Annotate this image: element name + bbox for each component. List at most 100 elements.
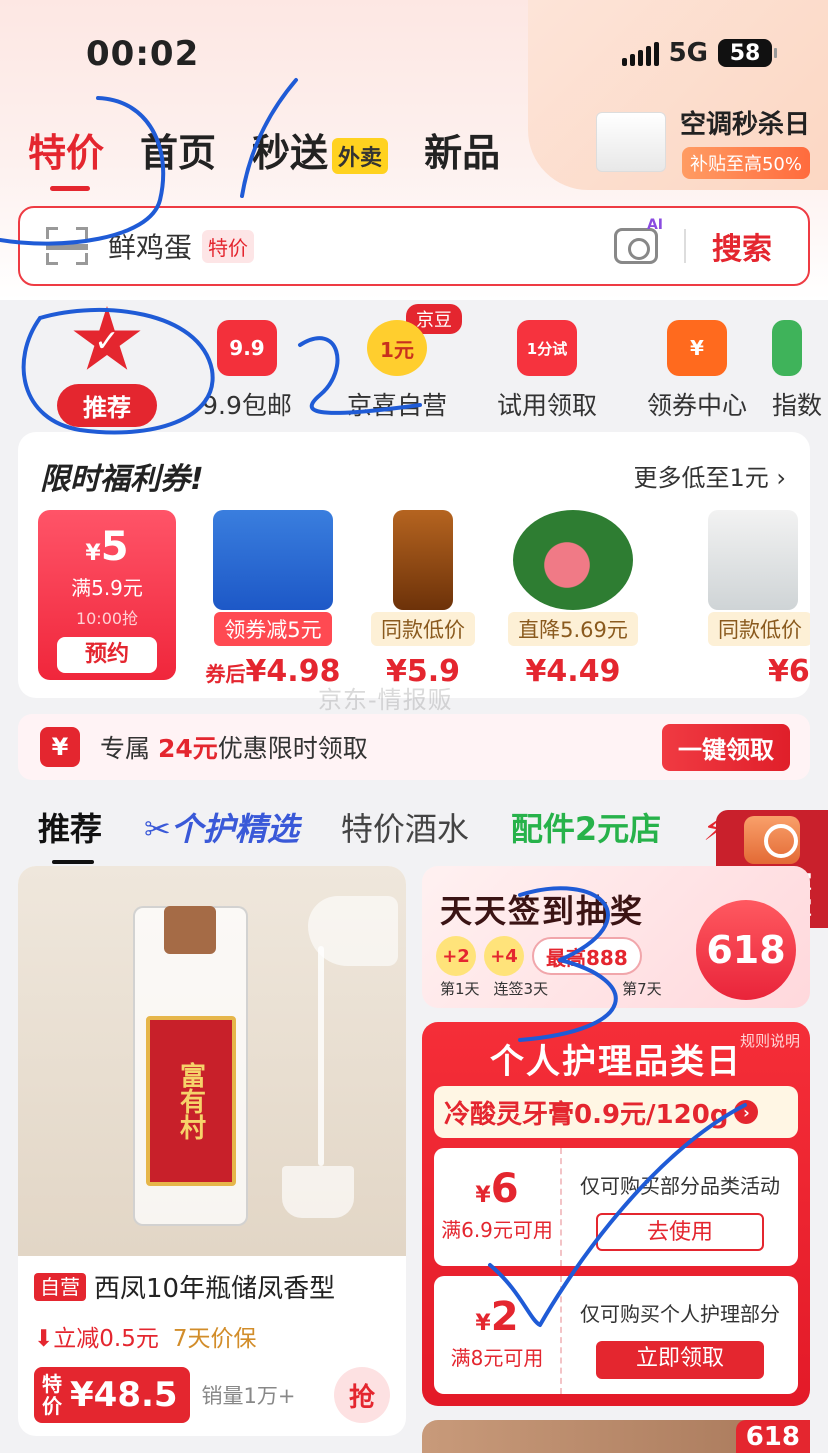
grab-button[interactable]: 抢 — [334, 1367, 390, 1423]
coupon-more-link[interactable]: 更多低至1元 › — [633, 458, 786, 493]
coupon-more-label: 更多低至1元 — [633, 464, 769, 492]
tab-home[interactable]: 首页 — [140, 122, 216, 177]
yuan-icon: ¥ — [40, 727, 80, 767]
coin-icon: +2 — [436, 936, 476, 976]
use-voucher-button[interactable]: 去使用 — [596, 1213, 764, 1251]
status-time: 00:02 — [86, 34, 200, 74]
category-coupon-center[interactable]: ¥ 领券中心 — [622, 306, 772, 422]
watermark: 京东-情报贩 — [318, 686, 453, 714]
camera-ai-icon[interactable]: AI — [614, 217, 663, 264]
top-tabs: 特价 首页 秒送 外卖 新品 — [28, 122, 536, 191]
tab-miaosong-label: 秒送 — [252, 131, 329, 175]
trial-icon: 1分试 — [517, 320, 577, 376]
category-label: 指数 — [772, 391, 823, 420]
voucher-description: 仅可购买个人护理部分 — [580, 1302, 780, 1326]
product-discount: ⬇立减0.5元 7天价保 — [34, 1326, 257, 1352]
search-bar[interactable]: 鲜鸡蛋 特价 AI 搜索 — [18, 206, 810, 286]
detergent-image — [213, 510, 333, 610]
feed-tab-liquor[interactable]: 特价酒水 — [341, 804, 469, 850]
voucher-condition: 满8元可用 — [450, 1346, 544, 1370]
star-check-icon: ✓ — [73, 306, 141, 370]
daily-checkin-card[interactable]: 天天签到抽奖 +2 +4 最高888 第1天 连签3天 第7天 618 — [422, 866, 810, 1008]
wine-bottle-image — [393, 510, 453, 610]
tab-new[interactable]: 新品 — [424, 122, 500, 177]
category-label: 9.9包邮 — [202, 391, 292, 420]
watermelon-image — [513, 510, 633, 610]
search-input[interactable]: 鲜鸡蛋 — [108, 226, 192, 266]
category-jingxi[interactable]: 京豆 1元 京喜自营 — [322, 304, 472, 422]
category-label: 试用领取 — [496, 391, 597, 420]
air-conditioner-icon — [595, 111, 666, 172]
chevron-right-icon: › — [734, 1100, 759, 1124]
product-title: 自营 西凤10年瓶储凤香型 — [34, 1268, 390, 1305]
category-label: 领券中心 — [646, 391, 747, 420]
ticket-amount: ¥5 — [85, 524, 129, 570]
checkin-rewards: +2 +4 最高888 — [436, 936, 642, 976]
bottle-cap — [164, 906, 216, 954]
coupon-section: 限时福利券! 更多低至1元 › ¥5 满5.9元 10:00抢 预约 领券减5元… — [18, 432, 810, 698]
one-yuan-icon: 1元 — [367, 320, 427, 376]
scan-icon[interactable] — [46, 227, 88, 265]
voucher: ¥6 满6.9元可用 仅可购买部分品类活动 去使用 — [434, 1148, 798, 1266]
product-tag: 同款低价 — [708, 612, 810, 646]
ticket-time: 10:00抢 — [75, 609, 139, 628]
index-icon — [772, 320, 802, 376]
deal-product[interactable]: 同款低价 ¥5.9 — [348, 510, 498, 689]
category-trial[interactable]: 1分试 试用领取 — [472, 306, 622, 422]
tab-miaosong[interactable]: 秒送 外卖 — [252, 122, 389, 177]
promo-subtitle: 补贴至高50% — [681, 147, 810, 179]
ai-label: AI — [646, 217, 663, 233]
feed-tab-label: 个护精选 — [170, 810, 299, 848]
reserve-button[interactable]: 预约 — [57, 637, 157, 673]
category-recommend[interactable]: ✓ 推荐 — [32, 306, 182, 427]
deal-product[interactable]: 领券减5元 券后¥4.98 — [198, 510, 348, 689]
product-price: ¥4.49 — [525, 654, 621, 689]
max-reward: 最高888 — [532, 937, 642, 975]
618-badge: 618 — [696, 900, 796, 1000]
claim-voucher-button[interactable]: 立即领取 — [596, 1341, 764, 1379]
price-tag: 特价 ¥48.5 — [34, 1367, 190, 1423]
coupon-icon: ¥ — [667, 320, 727, 376]
deal-product[interactable]: 直降5.69元 ¥4.49 — [498, 510, 648, 689]
claim-all-button[interactable]: 一键领取 — [662, 723, 790, 771]
deal-product[interactable]: 同款低价 ¥6.9 — [708, 510, 810, 689]
treasure-chest-icon — [744, 816, 800, 864]
pouring-stream — [318, 946, 324, 1166]
exclusive-coupon-banner[interactable]: ¥ 专属 24元优惠限时领取 一键领取 — [18, 714, 810, 780]
voucher: ¥2 满8元可用 仅可购买个人护理部分 立即领取 — [434, 1276, 798, 1394]
coupon-ticket[interactable]: ¥5 满5.9元 10:00抢 预约 — [38, 510, 176, 680]
product-card[interactable]: 富有村 自营 西凤10年瓶储凤香型 ⬇立减0.5元 7天价保 特价 ¥48.5 销量… — [18, 866, 406, 1436]
ac-promo-banner[interactable]: 空调秒杀日 补贴至高50% — [595, 104, 810, 179]
toothpaste-deal[interactable]: 冷酸灵牙膏0.9元/120g › — [434, 1086, 798, 1138]
battery-icon: 58 — [718, 39, 777, 67]
product-tag: 同款低价 — [371, 612, 475, 646]
product-tag: 直降5.69元 — [508, 612, 638, 646]
product-tag: 领券减5元 — [214, 612, 332, 646]
feed-tabs: 推荐 ✂个护精选 特价酒水 配件2元店 ⚡一元 — [38, 804, 828, 864]
product-price: ¥6.9 — [768, 654, 810, 689]
scissors-icon: ✂ — [144, 810, 171, 848]
checkin-day-labels: 第1天 连签3天 第7天 — [440, 980, 662, 998]
tab-tejia[interactable]: 特价 — [28, 122, 104, 191]
feed-tab-recommend[interactable]: 推荐 — [38, 804, 102, 864]
ticket-condition: 满5.9元 — [71, 576, 143, 600]
voucher-amount: ¥2 — [475, 1294, 519, 1340]
9-9-icon: 9.9 — [217, 320, 277, 376]
status-indicators: 5G 58 — [621, 38, 777, 68]
checkin-title: 天天签到抽奖 — [440, 892, 645, 930]
promo-title: 空调秒杀日 — [679, 110, 810, 140]
product-price: ¥48.5 — [70, 1375, 178, 1415]
category-label: 推荐 — [57, 384, 157, 427]
feed-tab-personal-care[interactable]: ✂个护精选 — [144, 804, 299, 850]
signal-icon — [621, 40, 659, 66]
voucher-description: 仅可购买部分品类活动 — [580, 1174, 780, 1198]
category-9.9[interactable]: 9.9 9.9包邮 — [172, 306, 322, 422]
category-row: ✓ 推荐 9.9 9.9包邮 京豆 1元 京喜自营 1分试 试用领取 ¥ 领券中… — [20, 304, 828, 427]
special-price-label: 特价 — [42, 1372, 62, 1418]
network-label: 5G — [668, 38, 708, 68]
category-index[interactable]: 指数 — [772, 306, 828, 422]
feed-tab-accessories[interactable]: 配件2元店 — [511, 804, 661, 850]
chevron-right-icon: › — [776, 464, 786, 492]
search-button[interactable]: 搜索 — [712, 224, 772, 268]
voucher-amount: ¥6 — [475, 1166, 519, 1212]
